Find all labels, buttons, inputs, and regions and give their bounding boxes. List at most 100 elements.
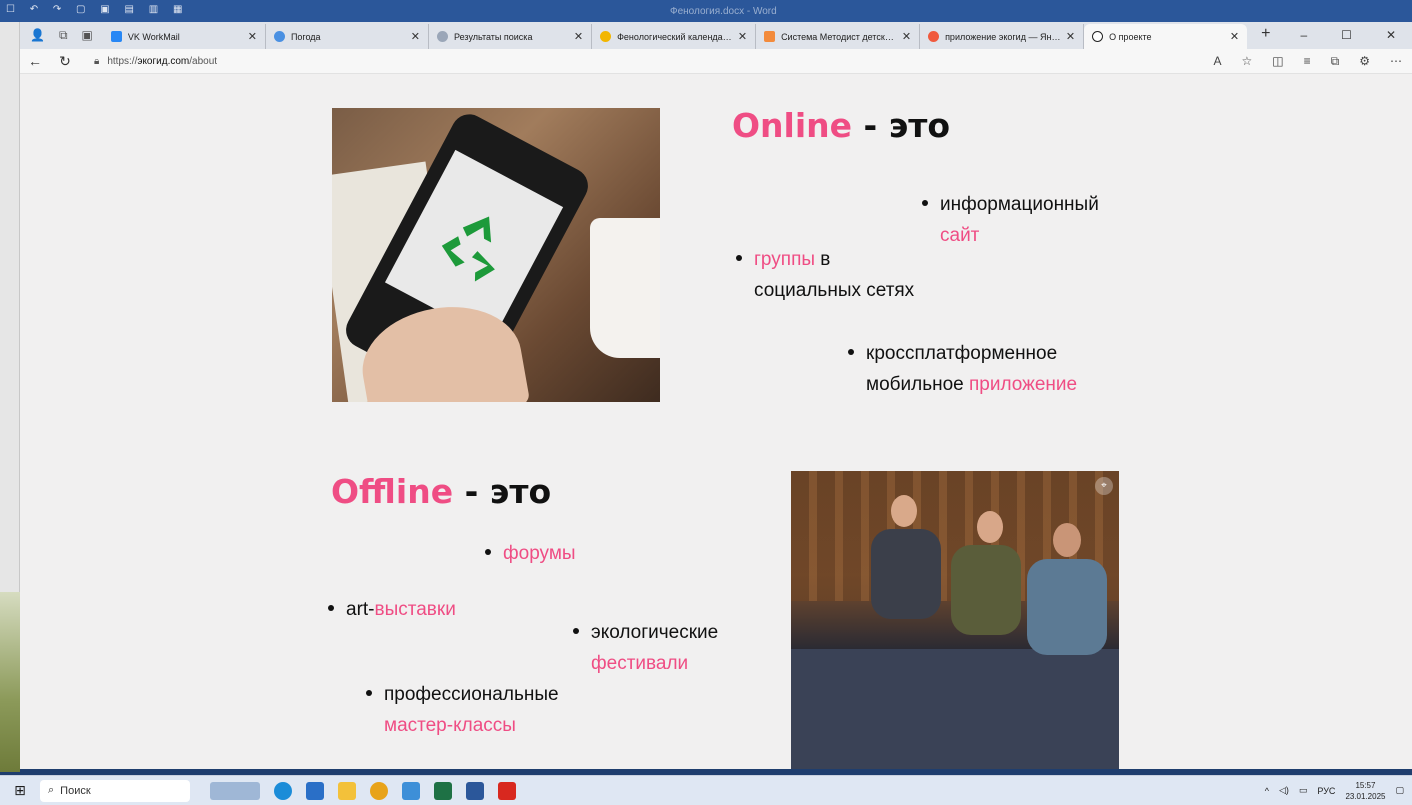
- item-link[interactable]: приложение: [969, 374, 1077, 395]
- tab-search-results[interactable]: Результаты поиска ✕: [429, 24, 593, 49]
- tab-actions-icon[interactable]: ▣: [82, 28, 93, 43]
- online-item-social-groups: группы в социальных сетях: [736, 244, 914, 306]
- tab-methodist-system[interactable]: Система Методист детского с ✕: [756, 24, 921, 49]
- close-tab-icon[interactable]: ✕: [411, 30, 420, 43]
- background-grass-image: [0, 592, 20, 772]
- item-text: социальных сетях: [754, 280, 915, 301]
- item-link[interactable]: фестивали: [573, 648, 718, 679]
- tab-yandex-search[interactable]: приложение экогид — Яндекс ✕: [920, 24, 1085, 49]
- item-text: экологические: [591, 622, 719, 643]
- item-link[interactable]: форумы: [503, 543, 576, 564]
- notifications-icon[interactable]: ▢: [1395, 785, 1404, 796]
- search-favicon-icon: [437, 31, 448, 42]
- tab-label: Система Методист детского с: [781, 31, 898, 42]
- language-indicator[interactable]: РУС: [1317, 786, 1335, 796]
- offline-item-art-exhibitions: art-выставки: [328, 594, 456, 625]
- favorites-list-icon[interactable]: ≡: [1304, 54, 1311, 69]
- search-icon: ⌕: [48, 784, 55, 796]
- item-text: профессиональные: [384, 684, 559, 705]
- back-button[interactable]: ←: [20, 53, 50, 69]
- tab-label: Фенологический календарь д: [617, 31, 734, 42]
- network-icon[interactable]: ▭: [1299, 785, 1308, 796]
- favorite-star-icon[interactable]: ☆: [1242, 54, 1253, 69]
- tab-label: Погода: [290, 31, 321, 42]
- close-tab-icon[interactable]: ✕: [902, 30, 911, 43]
- extensions-icon[interactable]: ⚙: [1359, 54, 1370, 69]
- taskbar-search-box[interactable]: ⌕ Поиск: [40, 779, 190, 802]
- offline-heading-accent: Offline: [331, 472, 454, 511]
- tab-phenology-calendar[interactable]: Фенологический календарь д ✕: [592, 24, 757, 49]
- clock-date: 23.01.2025: [1345, 791, 1386, 801]
- browser-tab-strip: 👤 ⧉ ▣ VK WorkMail ✕ Погода ✕ Результаты …: [20, 22, 1412, 49]
- edge-icon[interactable]: [274, 781, 292, 800]
- weather-favicon-icon: [273, 31, 285, 42]
- item-text: в: [815, 249, 831, 270]
- item-text: кроссплатформенное: [866, 343, 1058, 364]
- yandex-favicon-icon: [928, 31, 940, 42]
- online-item-mobile-app: кроссплатформенное мобильное приложение: [848, 338, 1077, 400]
- address-bar-row: ← ↻ 🔒︎ https://экогид.com/about A ☆ ◫ ≡ …: [20, 49, 1412, 74]
- word-quick-access-toolbar[interactable]: ☐ ↶ ↷ ▢ ▣ ▤ ▥ ▦: [6, 4, 188, 15]
- store-icon[interactable]: [306, 781, 324, 800]
- close-tab-icon[interactable]: ✕: [738, 30, 747, 43]
- word-vertical-ruler: [0, 22, 20, 772]
- chrome-icon[interactable]: [370, 781, 388, 800]
- tab-label: VK WorkMail: [127, 31, 180, 42]
- url-scheme: https://: [107, 55, 138, 67]
- phone-recycling-photo: [332, 108, 660, 402]
- tab-vk-workmail[interactable]: VK WorkMail ✕: [103, 24, 266, 49]
- start-button[interactable]: ⊞: [0, 782, 40, 799]
- close-tab-icon[interactable]: ✕: [1230, 30, 1239, 43]
- word-icon[interactable]: [466, 781, 484, 800]
- offline-item-masterclasses: профессиональные мастер-классы: [366, 679, 559, 741]
- offline-item-eco-festivals: экологические фестивали: [573, 617, 718, 679]
- item-link[interactable]: выставки: [375, 599, 456, 620]
- clock-time: 15:57: [1355, 780, 1376, 790]
- widgets-icon[interactable]: [210, 781, 260, 800]
- acrobat-icon[interactable]: [498, 781, 516, 800]
- new-tab-button[interactable]: +: [1247, 25, 1284, 49]
- minimize-icon[interactable]: –: [1300, 28, 1307, 42]
- close-tab-icon[interactable]: ✕: [574, 30, 583, 43]
- word-document-title: Фенология.docx - Word: [670, 6, 777, 17]
- methodist-favicon-icon: [764, 31, 776, 42]
- close-tab-icon[interactable]: ✕: [1066, 30, 1075, 43]
- item-link[interactable]: мастер-классы: [366, 710, 559, 741]
- item-text: art-: [346, 599, 375, 620]
- tab-about-project[interactable]: О проекте ✕: [1084, 24, 1248, 49]
- offline-heading: Offline - это: [331, 472, 551, 511]
- close-tab-icon[interactable]: ✕: [248, 30, 257, 43]
- tab-label: Результаты поиска: [454, 31, 533, 42]
- read-aloud-icon[interactable]: A: [1214, 54, 1222, 69]
- volume-icon[interactable]: ◁): [1279, 785, 1289, 796]
- url-host: экогид.com: [137, 55, 190, 67]
- online-heading-suffix: - это: [852, 106, 951, 145]
- file-explorer-icon[interactable]: [338, 781, 356, 800]
- search-label: Поиск: [60, 784, 91, 797]
- refresh-button[interactable]: ↻: [50, 53, 80, 70]
- tray-chevron-icon[interactable]: ^: [1265, 786, 1269, 796]
- item-link[interactable]: группы: [754, 249, 815, 270]
- calendar-favicon-icon: [600, 31, 612, 42]
- collections-icon[interactable]: ⧉: [1331, 54, 1340, 69]
- web-page-content: Online - это информационный сайт группы …: [20, 74, 1412, 769]
- url-field[interactable]: 🔒︎ https://экогид.com/about: [94, 56, 217, 67]
- clock[interactable]: 15:57 23.01.2025: [1345, 780, 1385, 802]
- offline-heading-suffix: - это: [453, 472, 552, 511]
- tab-weather[interactable]: Погода ✕: [266, 24, 429, 49]
- item-link[interactable]: сайт: [922, 220, 1099, 251]
- tab-label: О проекте: [1109, 31, 1152, 42]
- more-menu-icon[interactable]: ⋯: [1390, 54, 1402, 69]
- item-text: мобильное: [866, 374, 970, 395]
- close-window-icon[interactable]: ✕: [1386, 28, 1396, 42]
- url-path: /about: [189, 55, 218, 67]
- workspaces-icon[interactable]: ⧉: [59, 28, 68, 43]
- split-screen-icon[interactable]: ◫: [1272, 54, 1283, 69]
- about-favicon-icon: [1092, 31, 1104, 42]
- profile-icon[interactable]: 👤: [30, 28, 45, 43]
- excel-icon[interactable]: [434, 781, 452, 800]
- maximize-icon[interactable]: ☐: [1341, 28, 1352, 42]
- photos-icon[interactable]: [402, 781, 420, 800]
- tab-label: приложение экогид — Яндекс: [945, 31, 1062, 42]
- visual-search-icon[interactable]: ⌖: [1095, 477, 1113, 495]
